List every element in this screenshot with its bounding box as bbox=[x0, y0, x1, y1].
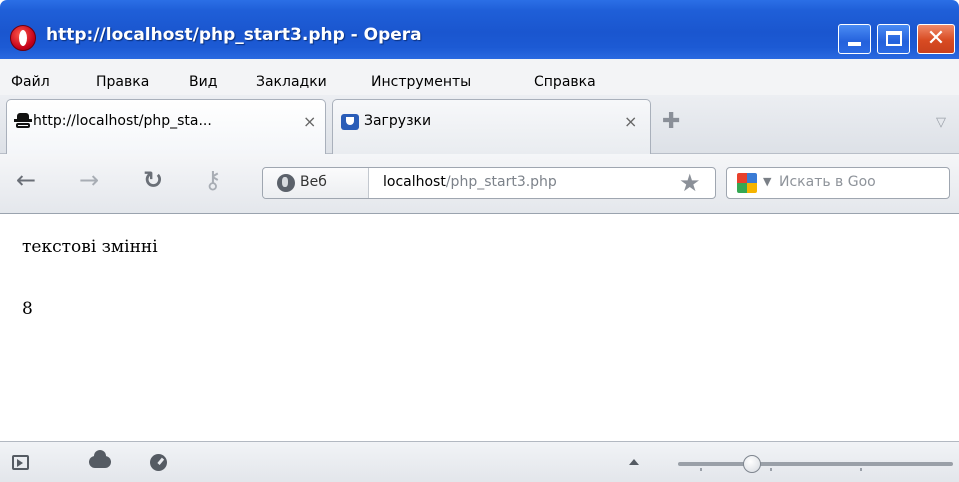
view-menu-icon[interactable] bbox=[629, 459, 639, 465]
tab-downloads[interactable]: Загрузки × bbox=[332, 99, 651, 154]
url-path: /php_start3.php bbox=[445, 174, 557, 190]
page-text-line: 8 bbox=[22, 299, 33, 319]
back-icon[interactable]: ← bbox=[16, 168, 36, 192]
reload-icon[interactable]: ↻ bbox=[143, 168, 163, 192]
close-window-button[interactable]: ✕ bbox=[917, 24, 955, 54]
url-field[interactable]: localhost/php_start3.php bbox=[383, 174, 557, 190]
minimize-icon bbox=[848, 42, 861, 46]
menu-help[interactable]: Справка bbox=[534, 74, 596, 90]
zoom-slider-track[interactable] bbox=[678, 462, 953, 466]
bookmark-star-icon[interactable]: ★ bbox=[679, 169, 701, 197]
maximize-button[interactable] bbox=[877, 24, 910, 54]
minimize-button[interactable] bbox=[838, 24, 871, 54]
forward-icon[interactable]: → bbox=[79, 168, 99, 192]
opera-logo-icon[interactable] bbox=[10, 25, 36, 51]
url-host: localhost bbox=[383, 174, 446, 190]
google-icon[interactable] bbox=[737, 173, 757, 193]
navigation-toolbar: ← → ↻ ⚷ Веб localhost/php_start3.php ★ ▼… bbox=[0, 154, 959, 214]
window-title: http://localhost/php_start3.php - Opera bbox=[46, 25, 422, 45]
downloads-icon bbox=[341, 114, 359, 130]
zoom-tick bbox=[860, 468, 862, 471]
tab-close-icon[interactable]: × bbox=[303, 112, 316, 131]
tab-label: Загрузки bbox=[364, 113, 432, 129]
spy-icon bbox=[14, 113, 32, 129]
tab-label: http://localhost/php_sta... bbox=[33, 113, 212, 129]
tab-localhost[interactable]: http://localhost/php_sta... × bbox=[6, 99, 326, 154]
opera-unite-cloud-icon[interactable] bbox=[89, 450, 111, 468]
security-label: Веб bbox=[300, 174, 327, 190]
globe-icon bbox=[277, 174, 295, 192]
status-bar bbox=[0, 441, 959, 482]
tab-bar: http://localhost/php_sta... × Загрузки ×… bbox=[0, 95, 959, 154]
new-tab-button[interactable]: ✚ bbox=[662, 111, 680, 133]
key-icon[interactable]: ⚷ bbox=[204, 168, 222, 192]
security-badge[interactable]: Веб bbox=[263, 168, 369, 198]
tabs-menu-icon[interactable]: ▽ bbox=[936, 115, 946, 130]
zoom-tick bbox=[770, 468, 772, 471]
menu-bar: Файл Правка Вид Закладки Инструменты Спр… bbox=[0, 59, 959, 95]
menu-file[interactable]: Файл bbox=[11, 74, 50, 90]
search-field[interactable]: ▼ Искать в Goo bbox=[726, 167, 950, 199]
page-content: текстові змінні 8 bbox=[0, 215, 959, 441]
search-placeholder: Искать в Goo bbox=[779, 174, 876, 190]
window-titlebar[interactable]: http://localhost/php_start3.php - Opera … bbox=[0, 0, 959, 59]
tab-close-icon[interactable]: × bbox=[624, 112, 637, 131]
menu-tools[interactable]: Инструменты bbox=[371, 74, 471, 90]
maximize-icon bbox=[886, 31, 902, 46]
menu-view[interactable]: Вид bbox=[189, 74, 217, 90]
panel-toggle-icon[interactable] bbox=[12, 455, 29, 470]
zoom-tick bbox=[700, 468, 702, 471]
page-text-line: текстові змінні bbox=[22, 237, 158, 257]
close-icon: ✕ bbox=[926, 26, 946, 51]
menu-bookmarks[interactable]: Закладки bbox=[256, 74, 327, 90]
zoom-slider-thumb[interactable] bbox=[743, 455, 762, 473]
search-engine-dropdown-icon[interactable]: ▼ bbox=[763, 175, 771, 188]
menu-edit[interactable]: Правка bbox=[96, 74, 149, 90]
address-bar[interactable]: Веб localhost/php_start3.php ★ bbox=[262, 167, 716, 199]
opera-turbo-icon[interactable] bbox=[150, 454, 167, 471]
